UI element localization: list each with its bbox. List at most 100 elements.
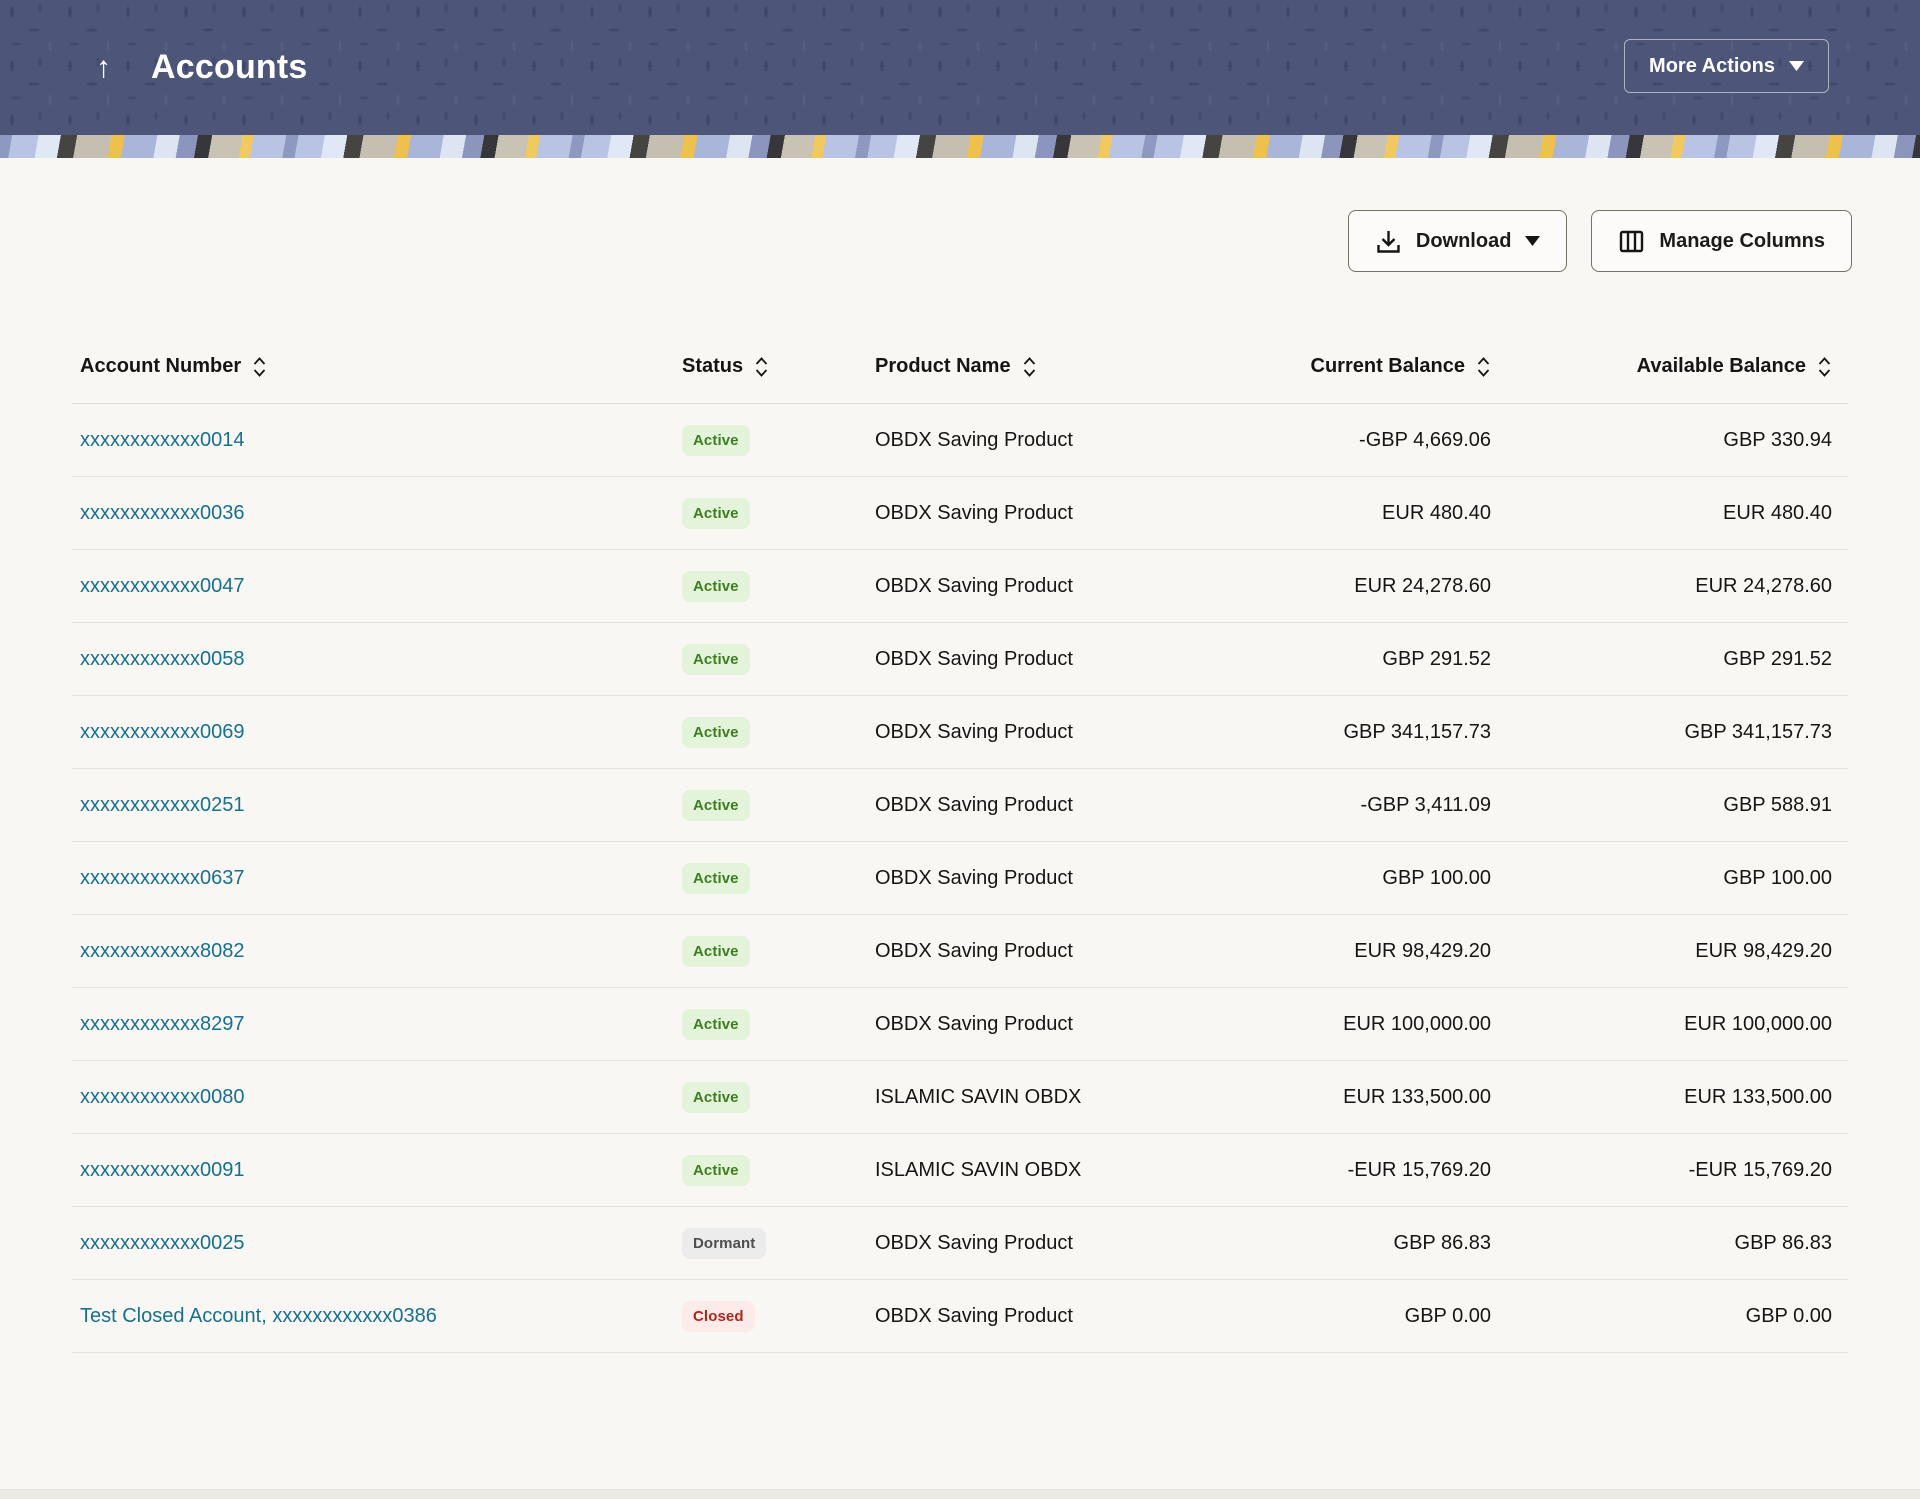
table-row: xxxxxxxxxxxx0637 Active OBDX Saving Prod… <box>72 842 1848 915</box>
table-row: xxxxxxxxxxxx8082 Active OBDX Saving Prod… <box>72 915 1848 988</box>
account-number-link[interactable]: xxxxxxxxxxxx0058 <box>80 648 245 670</box>
product-name: OBDX Saving Product <box>875 429 1180 452</box>
product-name: OBDX Saving Product <box>875 648 1180 671</box>
horizontal-scrollbar[interactable] <box>0 1489 1920 1499</box>
account-number-link[interactable]: xxxxxxxxxxxx8082 <box>80 940 245 962</box>
sort-chevrons-icon <box>252 356 267 378</box>
product-name: OBDX Saving Product <box>875 794 1180 817</box>
account-number-link[interactable]: xxxxxxxxxxxx0036 <box>80 502 245 524</box>
sort-chevrons-icon <box>754 356 769 378</box>
sort-chevrons-icon <box>1022 356 1037 378</box>
available-balance: EUR 98,429.20 <box>1491 940 1848 963</box>
more-actions-button[interactable]: More Actions <box>1624 39 1829 93</box>
available-balance: GBP 0.00 <box>1491 1305 1848 1328</box>
account-number-link[interactable]: Test Closed Account, xxxxxxxxxxxx0386 <box>80 1305 437 1327</box>
column-header-label: Product Name <box>875 355 1011 378</box>
page-title: Accounts <box>151 48 308 87</box>
status-badge: Active <box>682 498 750 529</box>
current-balance: EUR 24,278.60 <box>1180 575 1491 598</box>
table-header-row: Account Number Status Product Name Curre… <box>72 330 1848 404</box>
table-row: xxxxxxxxxxxx0091 Active ISLAMIC SAVIN OB… <box>72 1134 1848 1207</box>
table-row: xxxxxxxxxxxx0047 Active OBDX Saving Prod… <box>72 550 1848 623</box>
account-number-link[interactable]: xxxxxxxxxxxx0069 <box>80 721 245 743</box>
decorative-banner-strip <box>0 135 1920 158</box>
account-number-link[interactable]: xxxxxxxxxxxx0025 <box>80 1232 245 1254</box>
status-badge: Dormant <box>682 1228 766 1259</box>
status-badge: Active <box>682 571 750 602</box>
accounts-table: Account Number Status Product Name Curre… <box>72 330 1848 1353</box>
status-badge: Active <box>682 1082 750 1113</box>
column-header-label: Status <box>682 355 743 378</box>
table-row: xxxxxxxxxxxx0251 Active OBDX Saving Prod… <box>72 769 1848 842</box>
table-row: xxxxxxxxxxxx0069 Active OBDX Saving Prod… <box>72 696 1848 769</box>
current-balance: -GBP 4,669.06 <box>1180 429 1491 452</box>
column-header-available[interactable]: Available Balance <box>1491 355 1848 378</box>
product-name: ISLAMIC SAVIN OBDX <box>875 1086 1180 1109</box>
column-header-current[interactable]: Current Balance <box>1180 355 1491 378</box>
product-name: OBDX Saving Product <box>875 575 1180 598</box>
column-header-product[interactable]: Product Name <box>875 355 1180 378</box>
column-header-account[interactable]: Account Number <box>72 355 682 378</box>
available-balance: GBP 330.94 <box>1491 429 1848 452</box>
manage-columns-label: Manage Columns <box>1659 230 1825 253</box>
account-number-link[interactable]: xxxxxxxxxxxx0080 <box>80 1086 245 1108</box>
status-badge: Active <box>682 863 750 894</box>
status-badge: Active <box>682 425 750 456</box>
current-balance: EUR 100,000.00 <box>1180 1013 1491 1036</box>
table-row: Test Closed Account, xxxxxxxxxxxx0386 Cl… <box>72 1280 1848 1353</box>
available-balance: EUR 100,000.00 <box>1491 1013 1848 1036</box>
current-balance: EUR 133,500.00 <box>1180 1086 1491 1109</box>
product-name: OBDX Saving Product <box>875 1013 1180 1036</box>
available-balance: GBP 588.91 <box>1491 794 1848 817</box>
current-balance: GBP 0.00 <box>1180 1305 1491 1328</box>
table-row: xxxxxxxxxxxx8297 Active OBDX Saving Prod… <box>72 988 1848 1061</box>
product-name: OBDX Saving Product <box>875 867 1180 890</box>
available-balance: -EUR 15,769.20 <box>1491 1159 1848 1182</box>
table-body: xxxxxxxxxxxx0014 Active OBDX Saving Prod… <box>72 404 1848 1353</box>
product-name: OBDX Saving Product <box>875 1305 1180 1328</box>
product-name: OBDX Saving Product <box>875 1232 1180 1255</box>
caret-down-icon <box>1789 61 1804 71</box>
status-badge: Active <box>682 1009 750 1040</box>
product-name: OBDX Saving Product <box>875 940 1180 963</box>
column-header-label: Account Number <box>80 355 241 378</box>
status-badge: Active <box>682 717 750 748</box>
current-balance: EUR 98,429.20 <box>1180 940 1491 963</box>
table-toolbar: Download Manage Columns <box>0 210 1852 272</box>
current-balance: GBP 100.00 <box>1180 867 1491 890</box>
more-actions-label: More Actions <box>1649 55 1775 78</box>
account-number-link[interactable]: xxxxxxxxxxxx0251 <box>80 794 245 816</box>
product-name: ISLAMIC SAVIN OBDX <box>875 1159 1180 1182</box>
sort-chevrons-icon <box>1476 356 1491 378</box>
table-row: xxxxxxxxxxxx0014 Active OBDX Saving Prod… <box>72 404 1848 477</box>
current-balance: GBP 291.52 <box>1180 648 1491 671</box>
download-icon <box>1375 228 1402 255</box>
back-arrow-icon[interactable]: ↑ <box>96 53 111 83</box>
table-row: xxxxxxxxxxxx0036 Active OBDX Saving Prod… <box>72 477 1848 550</box>
available-balance: GBP 86.83 <box>1491 1232 1848 1255</box>
manage-columns-button[interactable]: Manage Columns <box>1591 210 1852 272</box>
sort-chevrons-icon <box>1817 356 1832 378</box>
column-header-status[interactable]: Status <box>682 355 875 378</box>
current-balance: GBP 86.83 <box>1180 1232 1491 1255</box>
account-number-link[interactable]: xxxxxxxxxxxx0047 <box>80 575 245 597</box>
account-number-link[interactable]: xxxxxxxxxxxx0091 <box>80 1159 245 1181</box>
product-name: OBDX Saving Product <box>875 502 1180 525</box>
current-balance: -EUR 15,769.20 <box>1180 1159 1491 1182</box>
current-balance: GBP 341,157.73 <box>1180 721 1491 744</box>
download-label: Download <box>1416 230 1512 253</box>
account-number-link[interactable]: xxxxxxxxxxxx0014 <box>80 429 245 451</box>
table-row: xxxxxxxxxxxx0025 Dormant OBDX Saving Pro… <box>72 1207 1848 1280</box>
available-balance: GBP 100.00 <box>1491 867 1848 890</box>
current-balance: -GBP 3,411.09 <box>1180 794 1491 817</box>
status-badge: Active <box>682 1155 750 1186</box>
account-number-link[interactable]: xxxxxxxxxxxx0637 <box>80 867 245 889</box>
status-badge: Closed <box>682 1301 755 1332</box>
account-number-link[interactable]: xxxxxxxxxxxx8297 <box>80 1013 245 1035</box>
status-badge: Active <box>682 644 750 675</box>
available-balance: EUR 480.40 <box>1491 502 1848 525</box>
download-button[interactable]: Download <box>1348 210 1568 272</box>
available-balance: GBP 341,157.73 <box>1491 721 1848 744</box>
status-badge: Active <box>682 936 750 967</box>
caret-down-icon <box>1525 236 1540 246</box>
